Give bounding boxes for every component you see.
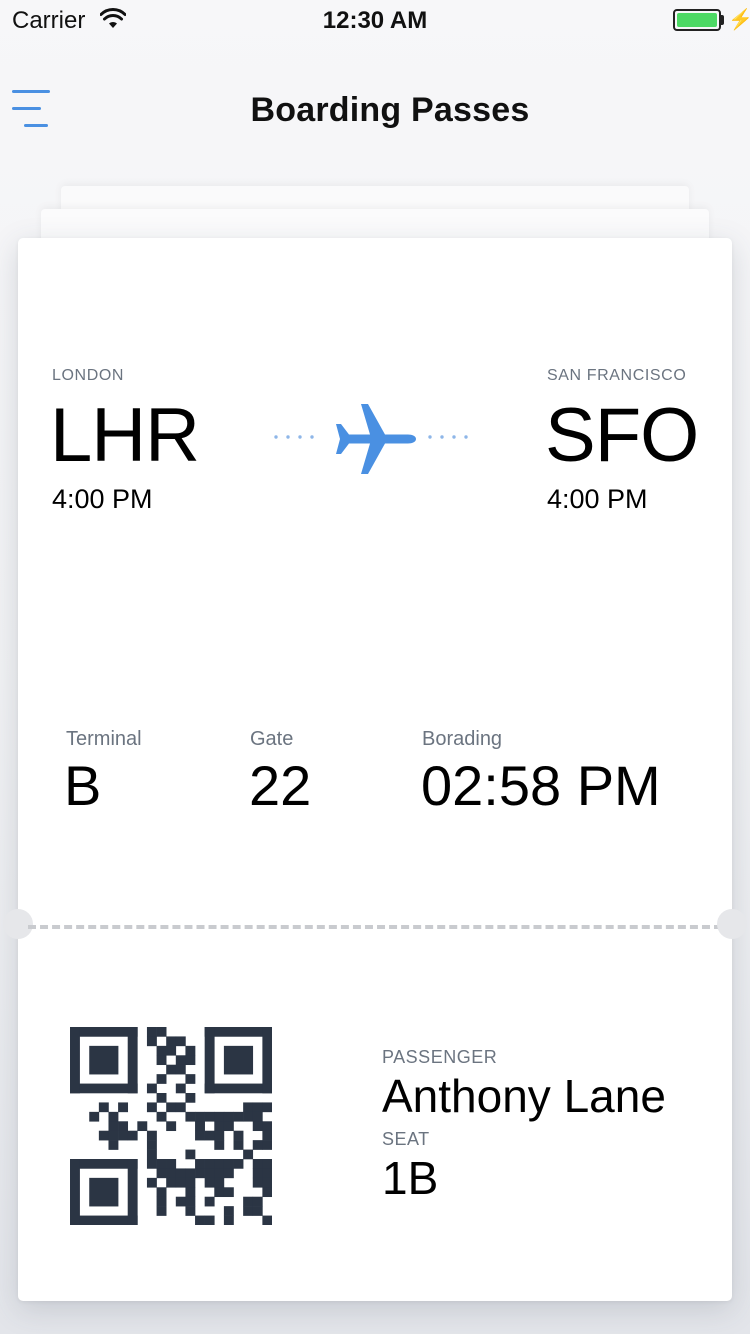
battery-level: [677, 13, 717, 27]
terminal-value: B: [64, 754, 102, 817]
boarding-value: 02:58 PM: [421, 754, 661, 817]
tear-line: [28, 925, 722, 929]
origin-code: LHR: [50, 393, 200, 478]
origin-time: 4:00 PM: [52, 484, 153, 514]
page-title: Boarding Passes: [250, 91, 530, 129]
seat-label: SEAT: [382, 1129, 430, 1149]
gate-label: Gate: [250, 728, 294, 750]
destination-city: SAN FRANCISCO: [547, 367, 687, 384]
destination-time: 4:00 PM: [547, 484, 648, 514]
seat-value: 1B: [382, 1152, 439, 1204]
status-bar: Carrier 12:30 AM ⚡: [0, 0, 750, 40]
passenger-name: Anthony Lane: [382, 1070, 666, 1122]
airplane-icon: [336, 404, 416, 474]
battery-tip: [721, 15, 724, 25]
ticket-notch-left: [3, 909, 33, 939]
passenger-label: PASSENGER: [382, 1047, 498, 1067]
origin-city: LONDON: [52, 367, 125, 384]
gate-value: 22: [249, 754, 312, 817]
boarding-label: Borading: [422, 728, 503, 750]
route-dots-left: [274, 435, 314, 439]
destination-code: SFO: [545, 393, 699, 478]
battery-icon: [673, 9, 721, 31]
terminal-label: Terminal: [66, 728, 142, 750]
charging-icon: ⚡: [728, 9, 750, 31]
qr-code-icon: [70, 1027, 272, 1225]
status-time: 12:30 AM: [322, 7, 428, 34]
ticket-notch-right: [717, 909, 747, 939]
boarding-pass-card[interactable]: LONDON LHR 4:00 PM SAN FRANCISCO SFO 4:0…: [3, 238, 747, 1301]
route-dots-right: [428, 435, 468, 439]
